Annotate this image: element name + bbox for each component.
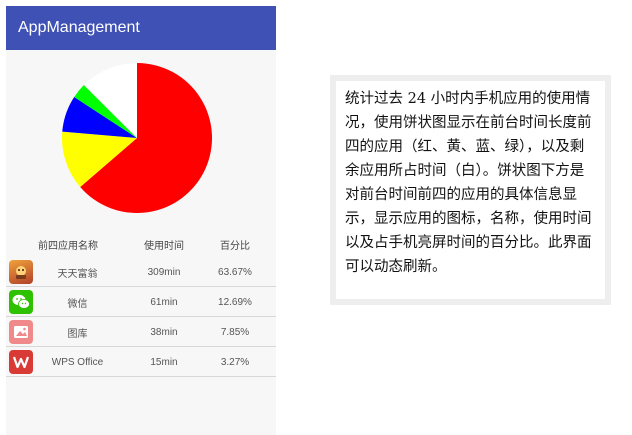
app-usage-time: 309min — [147, 266, 181, 278]
app-title: AppManagement — [18, 19, 140, 36]
usage-pie-chart — [62, 63, 212, 213]
header-percent: 百分比 — [220, 240, 250, 252]
app-percent: 3.27% — [220, 356, 250, 368]
table-header: 前四应用名称 使用时间 百分比 — [6, 231, 276, 257]
tiantian-fuweng-icon — [9, 260, 33, 284]
app-name: 图库 — [67, 328, 88, 340]
table-row[interactable]: 天天富翁 309min 63.67% — [6, 257, 276, 287]
wechat-icon — [9, 290, 33, 314]
phone-screen: AppManagement 前四应用名称 使用时间 百分比 天天富翁 309mi… — [6, 6, 276, 435]
usage-pie-area — [6, 50, 276, 230]
wps-office-icon — [9, 350, 33, 374]
app-usage-time: 38min — [150, 326, 178, 338]
table-row[interactable]: WPS Office 15min 3.27% — [6, 347, 276, 377]
header-usage-time: 使用时间 — [144, 240, 184, 252]
header-app-name: 前四应用名称 — [38, 240, 98, 252]
app-usage-time: 15min — [150, 356, 178, 368]
top-apps-table: 前四应用名称 使用时间 百分比 天天富翁 309min 63.67% 微信 61… — [6, 231, 276, 377]
app-name: 微信 — [67, 298, 88, 310]
table-row[interactable]: 图库 38min 7.85% — [6, 317, 276, 347]
description-text: 统计过去 24 小时内手机应用的使用情况，使用饼状图显示在前台时间长度前四的应用… — [345, 91, 592, 275]
app-percent: 7.85% — [220, 326, 250, 338]
app-name: WPS Office — [51, 356, 104, 368]
app-percent: 63.67% — [218, 266, 252, 278]
app-percent: 12.69% — [218, 296, 252, 308]
description-box: 统计过去 24 小时内手机应用的使用情况，使用饼状图显示在前台时间长度前四的应用… — [330, 75, 611, 305]
app-bar: AppManagement — [6, 6, 276, 50]
app-usage-time: 61min — [150, 296, 178, 308]
app-name: 天天富翁 — [57, 268, 98, 280]
gallery-icon — [9, 320, 33, 344]
table-row[interactable]: 微信 61min 12.69% — [6, 287, 276, 317]
